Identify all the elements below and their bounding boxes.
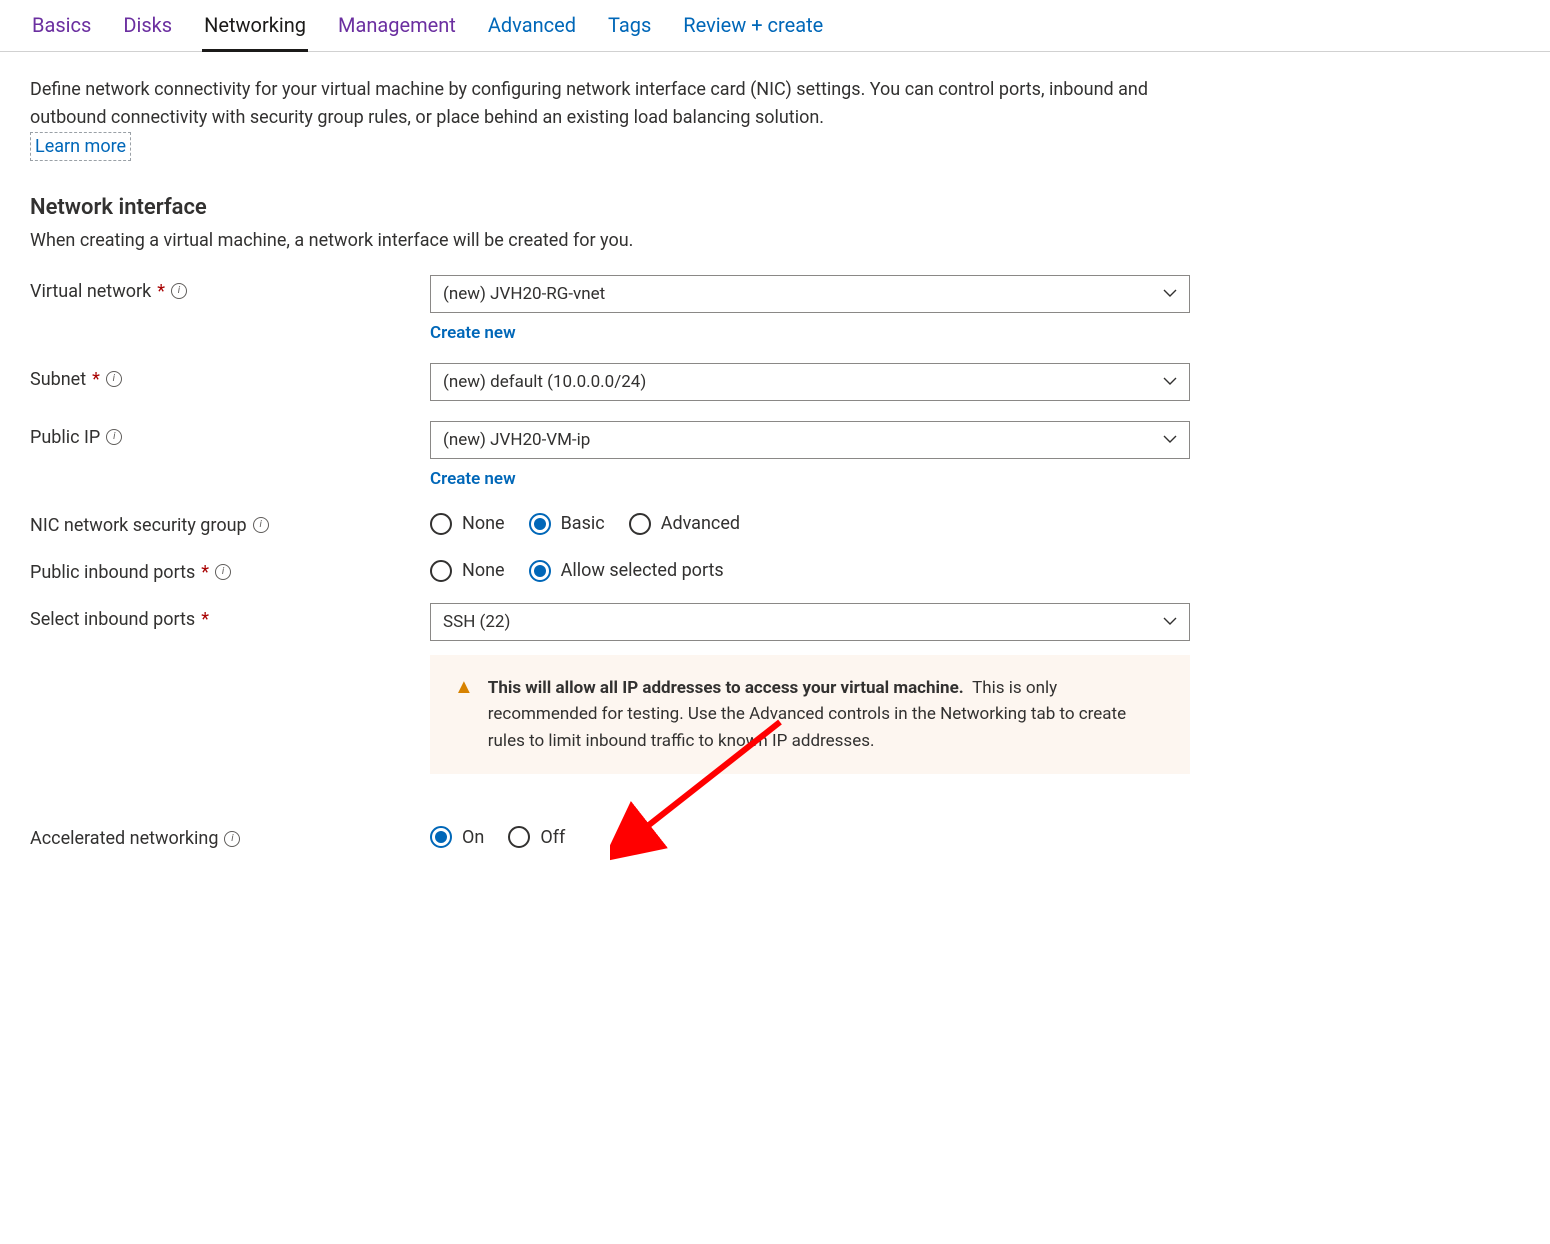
label-nsg: NIC network security group i [30, 509, 430, 536]
row-inbound-ports: Public inbound ports * i None Allow sele… [30, 556, 1190, 583]
label-text: Public inbound ports [30, 562, 195, 583]
warning-icon: ▲ [454, 676, 474, 754]
tab-disks[interactable]: Disks [121, 7, 174, 52]
label-public-ip: Public IP i [30, 421, 430, 448]
tab-management[interactable]: Management [336, 7, 458, 52]
chevron-down-icon [1163, 374, 1177, 390]
warning-bold: This will allow all IP addresses to acce… [488, 678, 964, 698]
info-icon[interactable]: i [106, 371, 122, 387]
inbound-radio-none[interactable]: None [430, 560, 505, 582]
info-icon[interactable]: i [224, 831, 240, 847]
info-icon[interactable]: i [106, 429, 122, 445]
label-text: NIC network security group [30, 515, 247, 536]
learn-more-link[interactable]: Learn more [30, 132, 131, 161]
radio-label: Advanced [661, 513, 740, 534]
tab-review-create[interactable]: Review + create [681, 7, 825, 52]
tab-advanced[interactable]: Advanced [486, 7, 578, 52]
required-marker: * [157, 281, 165, 302]
warning-text: This will allow all IP addresses to acce… [488, 675, 1166, 754]
radio-label: None [462, 513, 505, 534]
row-public-ip: Public IP i (new) JVH20-VM-ip Create new [30, 421, 1190, 489]
row-select-inbound-ports: Select inbound ports * SSH (22) ▲ This w… [30, 603, 1190, 774]
section-subtitle: When creating a virtual machine, a netwo… [30, 230, 1190, 251]
row-nsg: NIC network security group i None Basic … [30, 509, 1190, 536]
required-marker: * [92, 369, 100, 390]
public-ip-dropdown[interactable]: (new) JVH20-VM-ip [430, 421, 1190, 459]
info-icon[interactable]: i [253, 517, 269, 533]
dropdown-value: (new) JVH20-RG-vnet [443, 284, 605, 304]
row-virtual-network: Virtual network * i (new) JVH20-RG-vnet … [30, 275, 1190, 343]
dropdown-value: (new) default (10.0.0.0/24) [443, 372, 646, 392]
accel-net-radio-off[interactable]: Off [508, 826, 565, 848]
chevron-down-icon [1163, 286, 1177, 302]
info-icon[interactable]: i [215, 564, 231, 580]
label-text: Virtual network [30, 281, 151, 302]
radio-label: Off [540, 827, 565, 848]
dropdown-value: (new) JVH20-VM-ip [443, 430, 590, 450]
label-accelerated-networking: Accelerated networking i [30, 822, 430, 849]
accel-net-radio-on[interactable]: On [430, 826, 484, 848]
radio-label: On [462, 827, 484, 848]
radio-label: Basic [561, 513, 605, 534]
nsg-radio-none[interactable]: None [430, 513, 505, 535]
create-new-vnet-link[interactable]: Create new [430, 323, 516, 343]
nsg-radio-advanced[interactable]: Advanced [629, 513, 740, 535]
required-marker: * [201, 562, 209, 583]
dropdown-value: SSH (22) [443, 612, 510, 632]
label-text: Subnet [30, 369, 86, 390]
radio-label: None [462, 560, 505, 581]
label-inbound-ports: Public inbound ports * i [30, 556, 430, 583]
label-virtual-network: Virtual network * i [30, 275, 430, 302]
virtual-network-dropdown[interactable]: (new) JVH20-RG-vnet [430, 275, 1190, 313]
port-warning: ▲ This will allow all IP addresses to ac… [430, 655, 1190, 774]
label-select-inbound-ports: Select inbound ports * [30, 603, 430, 630]
radio-label: Allow selected ports [561, 560, 724, 581]
row-subnet: Subnet * i (new) default (10.0.0.0/24) [30, 363, 1190, 401]
intro-text: Define network connectivity for your vir… [30, 76, 1190, 132]
chevron-down-icon [1163, 614, 1177, 630]
inbound-radio-allow-selected[interactable]: Allow selected ports [529, 560, 724, 582]
tab-networking[interactable]: Networking [202, 7, 308, 52]
required-marker: * [201, 609, 209, 630]
create-new-public-ip-link[interactable]: Create new [430, 469, 516, 489]
label-text: Accelerated networking [30, 828, 218, 849]
select-inbound-ports-dropdown[interactable]: SSH (22) [430, 603, 1190, 641]
info-icon[interactable]: i [171, 283, 187, 299]
nsg-radio-basic[interactable]: Basic [529, 513, 605, 535]
intro-body: Define network connectivity for your vir… [30, 79, 1148, 128]
wizard-tabs: Basics Disks Networking Management Advan… [0, 0, 1550, 52]
label-text: Public IP [30, 427, 100, 448]
label-text: Select inbound ports [30, 609, 195, 630]
row-accelerated-networking: Accelerated networking i On Off [30, 822, 1190, 849]
label-subnet: Subnet * i [30, 363, 430, 390]
section-title: Network interface [30, 195, 1190, 220]
chevron-down-icon [1163, 432, 1177, 448]
tab-basics[interactable]: Basics [30, 7, 93, 52]
content: Define network connectivity for your vir… [0, 52, 1220, 893]
subnet-dropdown[interactable]: (new) default (10.0.0.0/24) [430, 363, 1190, 401]
tab-tags[interactable]: Tags [606, 7, 653, 52]
